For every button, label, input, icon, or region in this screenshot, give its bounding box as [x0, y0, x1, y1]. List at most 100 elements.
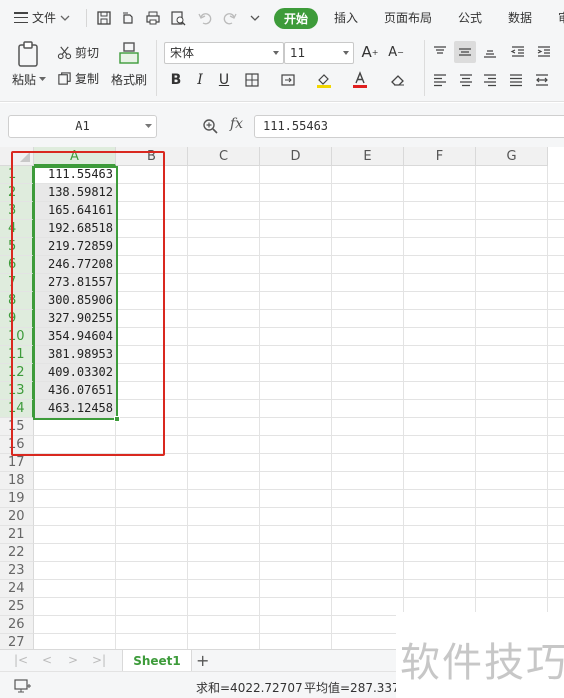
row-header-21[interactable]: 21 [0, 526, 34, 544]
row-header-6[interactable]: 6 [0, 256, 34, 274]
row-header-4[interactable]: 4 [0, 220, 34, 238]
align-bottom-icon[interactable] [480, 42, 500, 62]
cell-a3[interactable]: 165.64161 [35, 202, 116, 219]
italic-icon[interactable]: I [190, 70, 210, 90]
fill-color-icon[interactable] [314, 70, 334, 90]
next-sheet-icon[interactable]: > [68, 653, 78, 667]
formula-input[interactable]: 111.55463 [254, 115, 564, 138]
paste-dropdown-icon[interactable] [39, 77, 46, 82]
column-header-d[interactable]: D [260, 147, 332, 166]
align-right-icon[interactable] [480, 70, 500, 90]
row-header-8[interactable]: 8 [0, 292, 34, 310]
fill-handle[interactable] [114, 416, 120, 422]
paste-label[interactable]: 粘贴 [12, 71, 36, 88]
row-header-16[interactable]: 16 [0, 436, 34, 454]
column-header-g[interactable]: G [476, 147, 548, 166]
tab-data[interactable]: 数据 [508, 9, 532, 26]
customize-dropdown-icon[interactable] [245, 8, 265, 28]
status-settings-icon[interactable] [14, 678, 32, 694]
row-header-13[interactable]: 13 [0, 382, 34, 400]
row-header-26[interactable]: 26 [0, 616, 34, 634]
row-header-20[interactable]: 20 [0, 508, 34, 526]
cell-a9[interactable]: 327.90255 [35, 310, 116, 327]
paste-button[interactable] [14, 40, 42, 68]
cell-a14[interactable]: 463.12458 [35, 400, 116, 417]
first-sheet-icon[interactable]: |< [14, 653, 28, 667]
decrease-font-icon[interactable]: A − [386, 42, 406, 62]
bold-icon[interactable]: B [166, 70, 186, 90]
tab-page-layout[interactable]: 页面布局 [384, 9, 432, 26]
zoom-search-icon[interactable] [202, 118, 218, 134]
underline-icon[interactable]: U [214, 70, 234, 90]
row-header-19[interactable]: 19 [0, 490, 34, 508]
row-header-10[interactable]: 10 [0, 328, 34, 346]
add-sheet-button[interactable]: + [196, 651, 209, 670]
last-sheet-icon[interactable]: >| [92, 653, 106, 667]
font-size-select[interactable]: 11 [284, 42, 354, 64]
copy-button[interactable]: 复制 [57, 70, 99, 87]
row-header-7[interactable]: 7 [0, 274, 34, 292]
row-header-1[interactable]: 1 [0, 166, 34, 184]
row-header-5[interactable]: 5 [0, 238, 34, 256]
save-icon[interactable] [94, 8, 114, 28]
row-header-2[interactable]: 2 [0, 184, 34, 202]
row-header-24[interactable]: 24 [0, 580, 34, 598]
tab-review[interactable]: 审 [558, 9, 564, 26]
merge-cells-icon[interactable] [278, 70, 298, 90]
export-icon[interactable] [118, 8, 138, 28]
sheet-tab-active[interactable]: Sheet1 [122, 650, 192, 672]
align-top-icon[interactable] [430, 42, 450, 62]
format-painter-label[interactable]: 格式刷 [111, 71, 147, 88]
row-header-17[interactable]: 17 [0, 454, 34, 472]
align-left-icon[interactable] [430, 70, 450, 90]
row-header-23[interactable]: 23 [0, 562, 34, 580]
redo-icon[interactable] [220, 8, 240, 28]
decrease-indent-icon[interactable] [508, 42, 528, 62]
tab-home[interactable]: 开始 [274, 8, 318, 29]
column-header-b[interactable]: B [116, 147, 188, 166]
cell-a7[interactable]: 273.81557 [35, 274, 116, 291]
cell-a13[interactable]: 436.07651 [35, 382, 116, 399]
borders-icon[interactable] [242, 70, 262, 90]
column-header-e[interactable]: E [332, 147, 404, 166]
row-header-27[interactable]: 27 [0, 634, 34, 649]
row-header-9[interactable]: 9 [0, 310, 34, 328]
print-preview-icon[interactable] [168, 8, 188, 28]
column-header-f[interactable]: F [404, 147, 476, 166]
cell-a8[interactable]: 300.85906 [35, 292, 116, 309]
cell-a6[interactable]: 246.77208 [35, 256, 116, 273]
font-color-icon[interactable] [350, 70, 370, 90]
format-painter-button[interactable] [117, 40, 141, 68]
cell-a10[interactable]: 354.94604 [35, 328, 116, 345]
cell-a1[interactable]: 111.55463 [35, 166, 116, 183]
tab-formulas[interactable]: 公式 [458, 9, 482, 26]
tab-insert[interactable]: 插入 [334, 9, 358, 26]
increase-font-icon[interactable]: A + [360, 42, 380, 62]
row-header-12[interactable]: 12 [0, 364, 34, 382]
clear-format-icon[interactable] [388, 70, 408, 90]
row-header-14[interactable]: 14 [0, 400, 34, 418]
row-header-3[interactable]: 3 [0, 202, 34, 220]
font-name-select[interactable]: 宋体 [164, 42, 284, 64]
justify-icon[interactable] [506, 70, 526, 90]
cell-a5[interactable]: 219.72859 [35, 238, 116, 255]
align-middle-icon[interactable] [454, 41, 476, 63]
file-menu[interactable]: 文件 [14, 9, 70, 26]
cell-a12[interactable]: 409.03302 [35, 364, 116, 381]
row-header-25[interactable]: 25 [0, 598, 34, 616]
select-all-corner[interactable] [0, 147, 34, 166]
row-header-15[interactable]: 15 [0, 418, 34, 436]
row-header-11[interactable]: 11 [0, 346, 34, 364]
increase-indent-icon[interactable] [534, 42, 554, 62]
fx-button[interactable]: fx [230, 116, 243, 132]
row-header-18[interactable]: 18 [0, 472, 34, 490]
cut-button[interactable]: 剪切 [57, 44, 99, 61]
print-icon[interactable] [143, 8, 163, 28]
undo-icon[interactable] [195, 8, 215, 28]
column-header-c[interactable]: C [188, 147, 260, 166]
cell-a2[interactable]: 138.59812 [35, 184, 116, 201]
column-header-a[interactable]: A [34, 147, 116, 166]
align-center-icon[interactable] [456, 70, 476, 90]
spreadsheet-grid[interactable]: A B C D E F G 1 2 3 4 5 6 7 8 9 10 11 12 13 14 15 16 17 18 19 20 21… [0, 147, 564, 649]
name-box[interactable]: A1 [8, 115, 157, 138]
